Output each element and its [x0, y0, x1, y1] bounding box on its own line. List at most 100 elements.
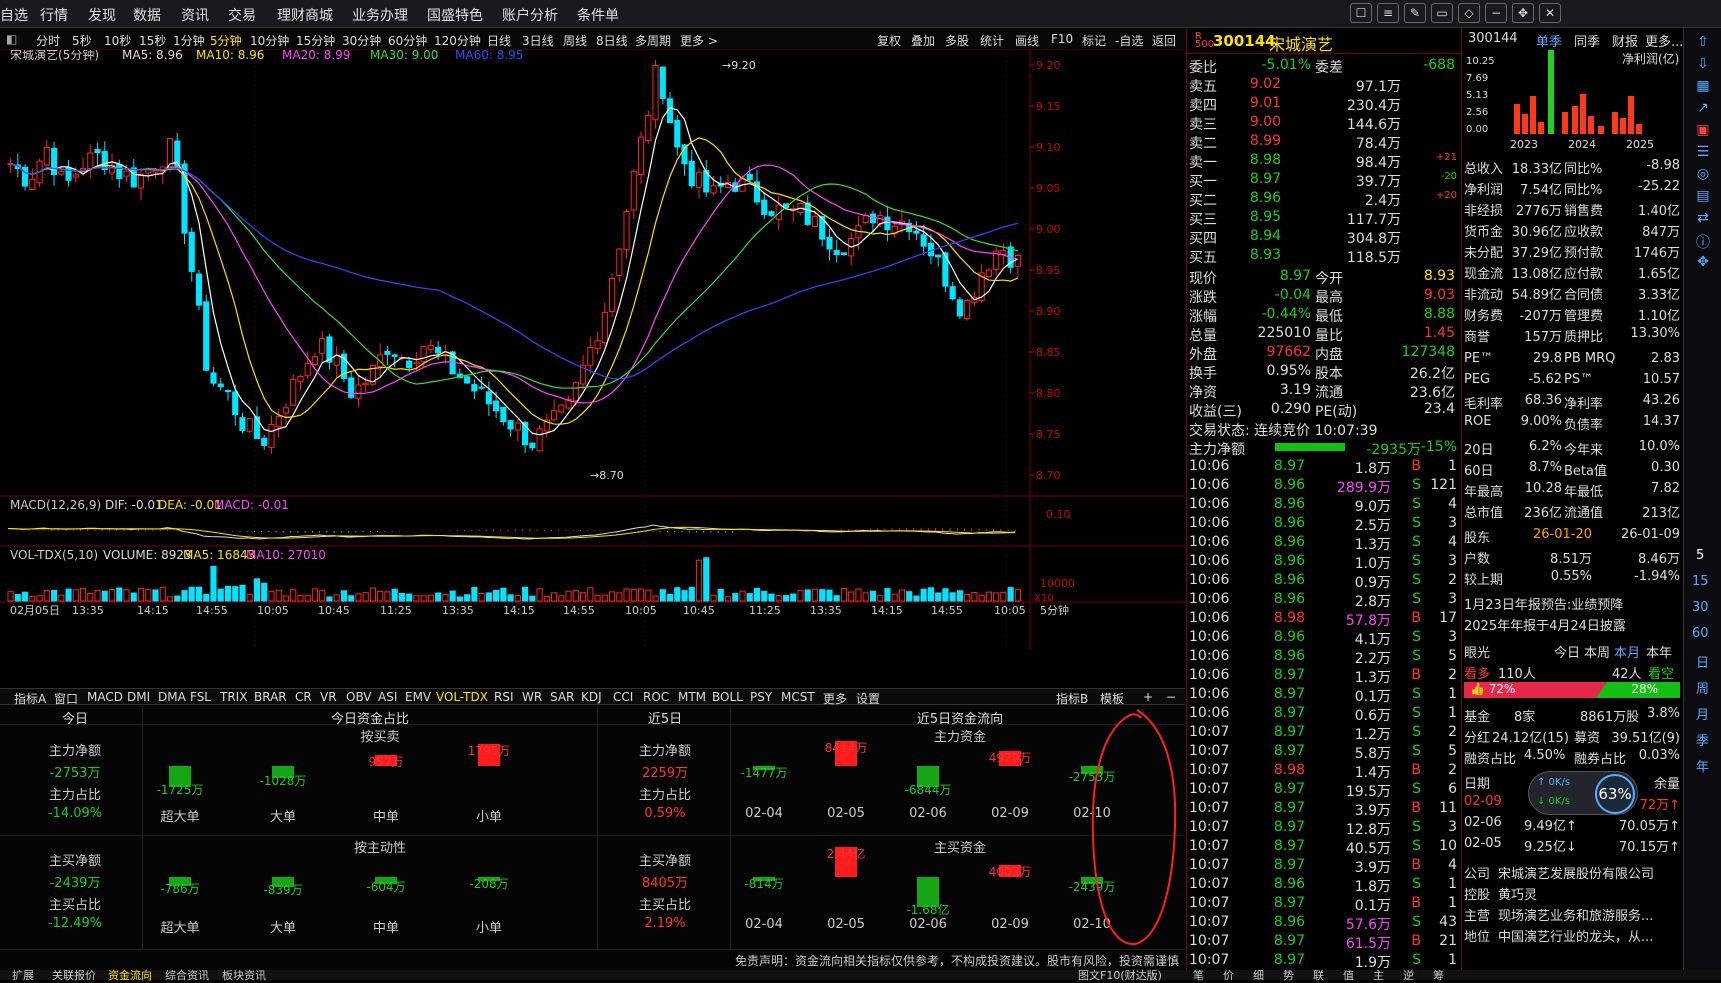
- indicator-tab[interactable]: BOLL: [712, 690, 743, 704]
- indicator-tab[interactable]: DMA: [158, 690, 186, 704]
- bottom-tab[interactable]: 关联报价: [52, 967, 96, 983]
- bottom-tab-selected[interactable]: 资金流向: [108, 967, 152, 983]
- menu-item[interactable]: 发现: [88, 5, 116, 25]
- menu-item[interactable]: 业务办理: [352, 5, 408, 25]
- vision-tab[interactable]: 今日: [1554, 642, 1580, 661]
- list-icon[interactable]: ☰: [1690, 144, 1716, 166]
- indicator-tab[interactable]: ASI: [378, 690, 397, 704]
- indicator-tab-selected[interactable]: VOL-TDX: [436, 690, 488, 704]
- vision-tab[interactable]: 本年: [1646, 642, 1672, 661]
- menu-item[interactable]: 国盛特色: [427, 5, 483, 25]
- indicator-tab[interactable]: RSI: [494, 690, 514, 704]
- tool-button[interactable]: -自选: [1115, 32, 1143, 49]
- period-shortcut[interactable]: 月: [1696, 704, 1709, 723]
- indicator-tab[interactable]: BRAR: [254, 690, 287, 704]
- fin-tab[interactable]: 同季: [1574, 31, 1600, 50]
- vision-tab-selected[interactable]: 本月: [1614, 642, 1640, 661]
- fin-tab[interactable]: 更多...: [1645, 31, 1683, 50]
- bottom-tab[interactable]: 扩展: [12, 967, 34, 983]
- chat-icon[interactable]: ☐: [1350, 3, 1372, 23]
- indicator-tab[interactable]: MTM: [678, 690, 706, 704]
- tool-button[interactable]: 画线: [1015, 32, 1039, 49]
- period-tab[interactable]: 15分钟: [296, 32, 335, 49]
- indicator-tab[interactable]: 指标A: [14, 690, 46, 707]
- bottom-tab[interactable]: 板块资讯: [222, 967, 266, 983]
- menu-item[interactable]: 条件单: [577, 5, 619, 25]
- bottom-tab[interactable]: 图文F10(财达版): [1078, 967, 1162, 983]
- chart-icon[interactable]: ▦: [1690, 78, 1716, 100]
- panel-toggle-icon[interactable]: ◧: [6, 32, 17, 46]
- period-tab[interactable]: 分时: [36, 32, 60, 49]
- minimize-icon[interactable]: −: [1485, 3, 1507, 23]
- menu-item[interactable]: 自选: [0, 5, 28, 25]
- target-icon[interactable]: ✥: [1690, 254, 1716, 276]
- indicator-tab[interactable]: SAR: [550, 690, 574, 704]
- menu-item[interactable]: 行情: [40, 5, 68, 25]
- menu-item[interactable]: 交易: [228, 5, 256, 25]
- indicator-tab[interactable]: TRIX: [220, 690, 247, 704]
- indicator-tab[interactable]: DMI: [127, 690, 150, 704]
- compare-icon[interactable]: ⇄: [1690, 210, 1716, 232]
- tool-button[interactable]: 统计: [980, 32, 1004, 49]
- indicator-tab[interactable]: EMV: [405, 690, 431, 704]
- period-tab-selected[interactable]: 5分钟: [210, 32, 242, 49]
- period-tab[interactable]: 8日线: [596, 32, 628, 49]
- hot-icon[interactable]: ▣: [1690, 122, 1716, 144]
- tool-button[interactable]: 返回: [1152, 32, 1176, 49]
- period-tab[interactable]: 5秒: [72, 32, 92, 49]
- close-icon[interactable]: ✕: [1539, 3, 1561, 23]
- net-speed-widget[interactable]: ↑ 0K/s ↓ 0K/s 63%: [1528, 771, 1638, 815]
- period-shortcut[interactable]: 年: [1696, 756, 1709, 775]
- fin-tab[interactable]: 财报: [1612, 31, 1638, 50]
- indicator-tab[interactable]: VR: [320, 690, 337, 704]
- period-shortcut[interactable]: 日: [1696, 652, 1709, 671]
- period-tab[interactable]: 60分钟: [388, 32, 427, 49]
- period-shortcut[interactable]: 15: [1692, 574, 1709, 589]
- period-tab[interactable]: 日线: [487, 32, 511, 49]
- indicator-tab[interactable]: OBV: [346, 690, 372, 704]
- add-window-button[interactable]: +: [1143, 690, 1153, 704]
- tool-button[interactable]: 标记: [1082, 32, 1106, 49]
- period-tab[interactable]: 周线: [563, 32, 587, 49]
- vision-tab[interactable]: 本周: [1584, 642, 1610, 661]
- tool-button[interactable]: 多股: [945, 32, 969, 49]
- candlestick-chart[interactable]: 宋城演艺(5分钟) MA5: 8.96 MA10: 8.96 MA20: 8.99 MA…: [0, 50, 1185, 688]
- period-tab[interactable]: 1分钟: [173, 32, 205, 49]
- grid-icon[interactable]: ▤: [1690, 188, 1716, 210]
- trend-icon[interactable]: ↗: [1690, 100, 1716, 122]
- indicator-tab[interactable]: 窗口: [54, 690, 78, 707]
- indicator-tab[interactable]: CCI: [613, 690, 633, 704]
- period-tab[interactable]: 3日线: [522, 32, 554, 49]
- remove-window-button[interactable]: −: [1166, 690, 1176, 704]
- period-tab[interactable]: 10秒: [104, 32, 131, 49]
- bottom-tab[interactable]: 综合资讯: [165, 967, 209, 983]
- period-tab[interactable]: 15秒: [139, 32, 166, 49]
- tool-button[interactable]: 叠加: [911, 32, 935, 49]
- menu-item[interactable]: 资讯: [181, 5, 209, 25]
- indicator-tab[interactable]: 更多: [823, 690, 847, 707]
- period-shortcut[interactable]: 季: [1696, 730, 1709, 749]
- indicator-tab[interactable]: KDJ: [581, 690, 602, 704]
- fin-tab-selected[interactable]: 单季: [1536, 31, 1562, 50]
- period-tab[interactable]: 更多 >: [680, 32, 718, 49]
- period-shortcut[interactable]: 30: [1692, 600, 1709, 615]
- skin-icon[interactable]: ◇: [1458, 3, 1480, 23]
- menu-item[interactable]: 数据: [133, 5, 161, 25]
- period-tab[interactable]: 30分钟: [342, 32, 381, 49]
- period-tab[interactable]: 10分钟: [250, 32, 289, 49]
- period-tab[interactable]: 120分钟: [434, 32, 481, 49]
- indicator-tab[interactable]: PSY: [750, 690, 772, 704]
- screen-icon[interactable]: ▭: [1431, 3, 1453, 23]
- compass-icon[interactable]: ◎: [1690, 166, 1716, 188]
- up-arrow-icon[interactable]: ⇧: [1690, 34, 1716, 56]
- indicator-tab[interactable]: WR: [522, 690, 542, 704]
- template-button[interactable]: 模板: [1100, 690, 1124, 707]
- down-arrow-icon[interactable]: ⇩: [1690, 56, 1716, 78]
- info-icon[interactable]: ⓘ: [1690, 232, 1716, 254]
- tool-button[interactable]: F10: [1051, 32, 1073, 46]
- period-shortcut[interactable]: 周: [1696, 678, 1709, 697]
- maximize-icon[interactable]: ✥: [1512, 3, 1534, 23]
- tool-button[interactable]: 复权: [877, 32, 901, 49]
- settings-icon[interactable]: ≡: [1377, 3, 1399, 23]
- indicator-tab[interactable]: 设置: [856, 690, 880, 707]
